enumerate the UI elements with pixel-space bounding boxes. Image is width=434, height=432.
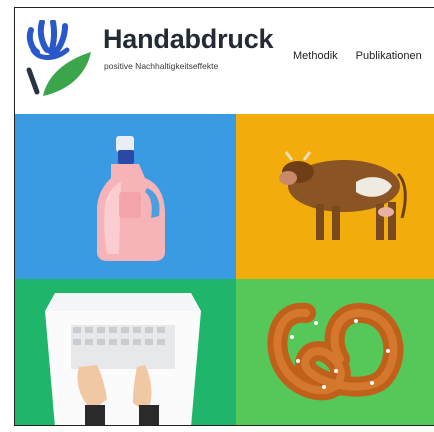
brand-tagline: positive Nachhaltigkeitseffekte (104, 61, 219, 71)
brand-name: Handabdruck (103, 24, 274, 54)
tile-cow[interactable] (236, 114, 434, 279)
tile-pretzel[interactable] (236, 279, 434, 425)
tile-laptop[interactable] (15, 279, 236, 425)
cow-image (279, 151, 407, 240)
pretzel-image (267, 302, 404, 401)
main-nav: Methodik Publikationen (293, 50, 422, 62)
home-logo-link[interactable]: Handabdruck positive Nachhaltigkeitseffe… (25, 20, 274, 102)
detergent-bottle-image (97, 136, 165, 261)
laptop-typing-image (45, 293, 201, 425)
topic-grid (15, 114, 434, 425)
tile-detergent[interactable] (15, 114, 236, 279)
hand-logo-icon (26, 20, 91, 96)
nav-link-methodik[interactable]: Methodik (293, 50, 338, 62)
page-frame: Handabdruck positive Nachhaltigkeitseffe… (14, 7, 434, 426)
nav-link-publikationen[interactable]: Publikationen (356, 50, 422, 62)
site-header: Handabdruck positive Nachhaltigkeitseffe… (15, 8, 434, 114)
